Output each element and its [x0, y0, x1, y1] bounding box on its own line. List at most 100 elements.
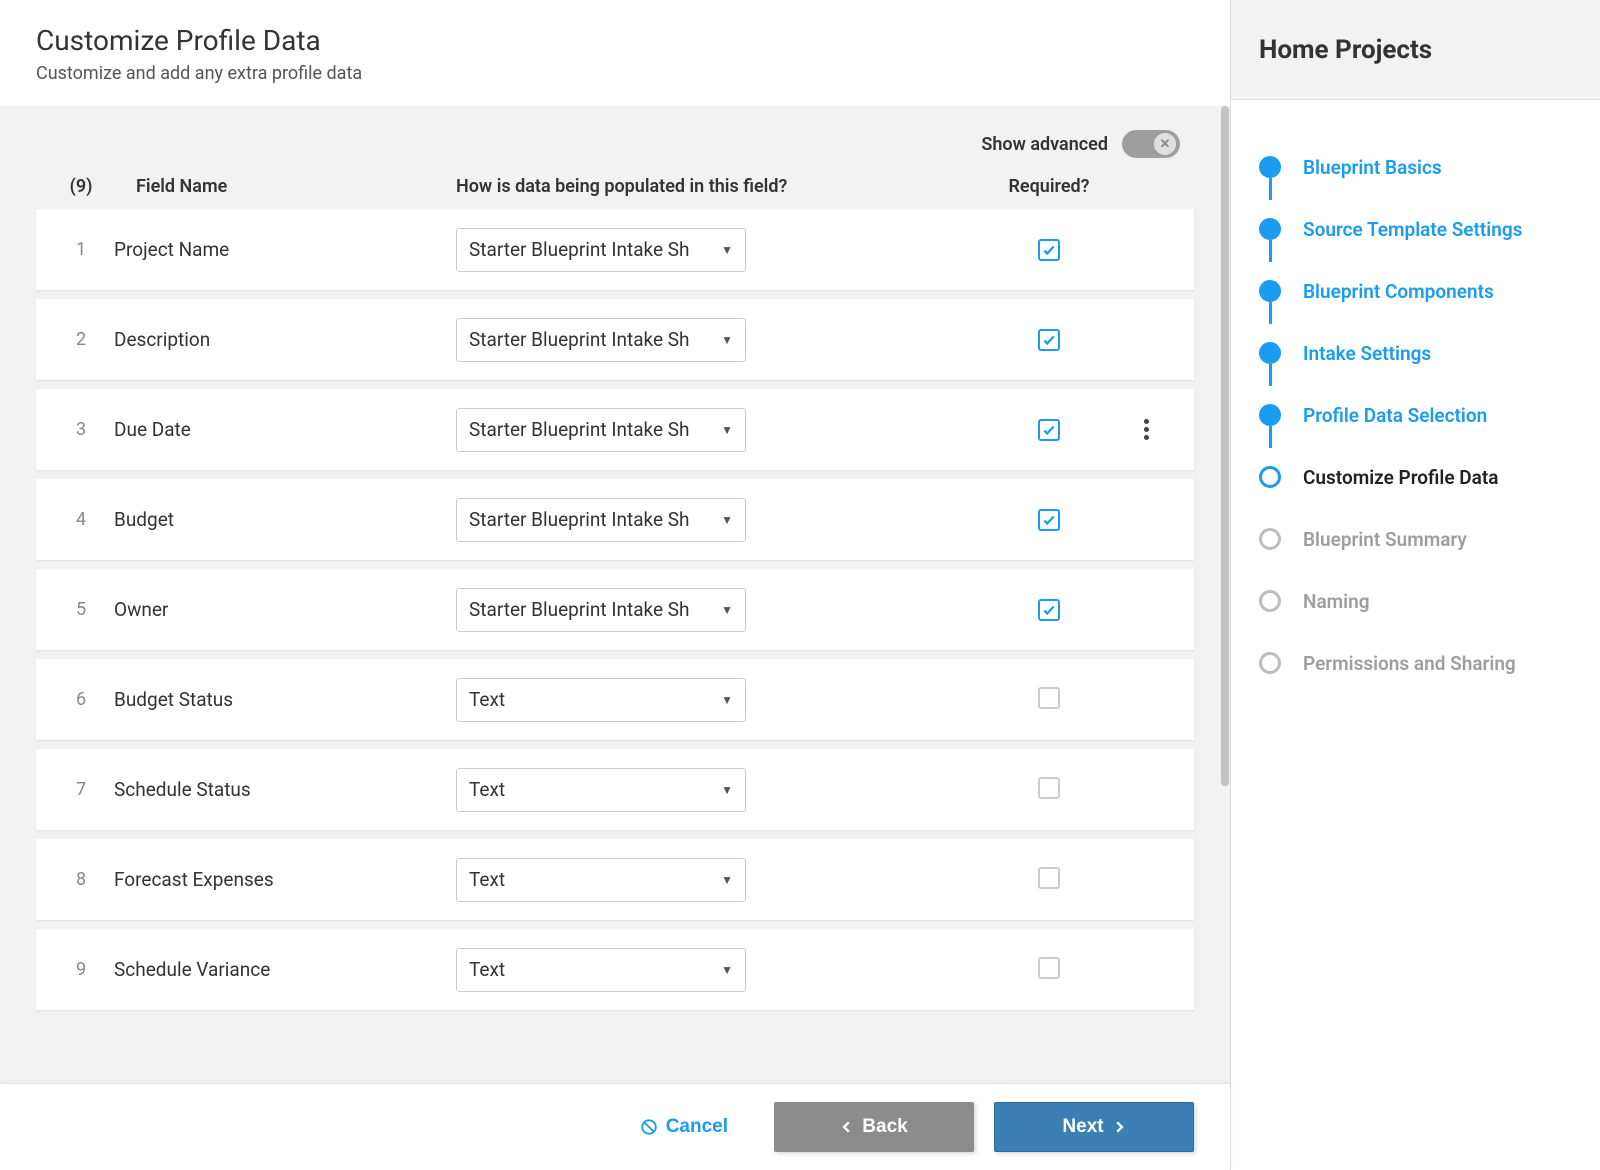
- required-cell: [964, 867, 1134, 893]
- required-checkbox[interactable]: [1038, 239, 1060, 261]
- table-header: (9) Field Name How is data being populat…: [36, 176, 1194, 209]
- population-cell: Text ▼: [456, 858, 964, 902]
- next-button[interactable]: Next: [994, 1102, 1194, 1152]
- required-checkbox[interactable]: [1038, 687, 1060, 709]
- population-select[interactable]: Starter Blueprint Intake Sh ▼: [456, 588, 746, 632]
- column-field-name: Field Name: [106, 176, 456, 197]
- chevron-down-icon: ▼: [721, 333, 733, 347]
- scrollbar-thumb[interactable]: [1221, 106, 1229, 786]
- required-checkbox[interactable]: [1038, 509, 1060, 531]
- table-row: 9Schedule Variance Text ▼: [36, 929, 1194, 1010]
- select-value: Starter Blueprint Intake Sh: [469, 598, 690, 621]
- cancel-icon: [640, 1118, 658, 1136]
- population-select[interactable]: Text▼: [456, 678, 746, 722]
- step-label: Intake Settings: [1303, 342, 1431, 365]
- kebab-menu-icon[interactable]: [1134, 418, 1158, 442]
- required-checkbox[interactable]: [1038, 419, 1060, 441]
- show-advanced-label: Show advanced: [981, 134, 1108, 155]
- select-value: Starter Blueprint Intake Sh: [469, 508, 690, 531]
- field-name: Owner: [106, 598, 456, 621]
- field-name: Forecast Expenses: [106, 868, 456, 891]
- back-button[interactable]: Back: [774, 1102, 974, 1152]
- step-bullet-icon: [1259, 590, 1281, 612]
- table-row: 4BudgetStarter Blueprint Intake Sh▼: [36, 479, 1194, 560]
- steps-list: Blueprint BasicsSource Template Settings…: [1231, 100, 1600, 730]
- step-item[interactable]: Blueprint Components: [1259, 260, 1572, 322]
- select-value: Text: [469, 868, 505, 891]
- chevron-down-icon: ▼: [721, 873, 733, 887]
- field-name: Project Name: [106, 238, 456, 261]
- required-checkbox[interactable]: [1038, 599, 1060, 621]
- rows-container: 1Project Name Starter Blueprint Intake Sh…: [36, 209, 1194, 1010]
- select-value: Text: [469, 958, 505, 981]
- chevron-down-icon: ▼: [721, 423, 733, 437]
- footer: Cancel Back Next: [0, 1083, 1230, 1170]
- sidebar: Home Projects Blueprint BasicsSource Tem…: [1230, 0, 1600, 1170]
- row-number: 5: [36, 599, 106, 620]
- scrollbar-track[interactable]: [1221, 106, 1230, 1064]
- step-item[interactable]: Customize Profile Data: [1259, 446, 1572, 508]
- column-required: Required?: [964, 176, 1134, 197]
- field-name: Schedule Status: [106, 778, 456, 801]
- table-row: 8Forecast Expenses Text ▼: [36, 839, 1194, 920]
- population-cell: Starter Blueprint Intake Sh▼: [456, 408, 964, 452]
- population-select[interactable]: Text ▼: [456, 858, 746, 902]
- check-icon: [1042, 513, 1056, 527]
- column-count: (9): [36, 176, 106, 197]
- row-number: 3: [36, 419, 106, 440]
- cancel-button[interactable]: Cancel: [614, 1102, 754, 1152]
- population-select[interactable]: Text ▼: [456, 948, 746, 992]
- required-checkbox[interactable]: [1038, 867, 1060, 889]
- select-value: Text: [469, 688, 505, 711]
- population-cell: Starter Blueprint Intake Sh ▼: [456, 588, 964, 632]
- step-bullet-icon: [1259, 342, 1281, 364]
- field-name: Description: [106, 328, 456, 351]
- chevron-down-icon: ▼: [721, 963, 733, 977]
- step-label: Blueprint Summary: [1303, 528, 1467, 551]
- step-bullet-icon: [1259, 466, 1281, 488]
- chevron-down-icon: ▼: [721, 603, 733, 617]
- population-select[interactable]: Starter Blueprint Intake Sh▼: [456, 228, 746, 272]
- sidebar-title: Home Projects: [1259, 35, 1432, 65]
- chevron-down-icon: ▼: [721, 243, 733, 257]
- required-cell: [964, 599, 1134, 621]
- show-advanced-toggle[interactable]: ✕: [1122, 130, 1180, 158]
- step-item[interactable]: Blueprint Basics: [1259, 136, 1572, 198]
- step-item[interactable]: Source Template Settings: [1259, 198, 1572, 260]
- population-select[interactable]: Starter Blueprint Intake Sh▼: [456, 498, 746, 542]
- chevron-down-icon: ▼: [721, 783, 733, 797]
- required-checkbox[interactable]: [1038, 957, 1060, 979]
- row-number: 8: [36, 869, 106, 890]
- row-number: 6: [36, 689, 106, 710]
- field-name: Schedule Variance: [106, 958, 456, 981]
- row-number: 1: [36, 239, 106, 260]
- show-advanced-row: Show advanced ✕: [36, 130, 1194, 158]
- row-number: 2: [36, 329, 106, 350]
- population-cell: Text▼: [456, 678, 964, 722]
- step-item: Blueprint Summary: [1259, 508, 1572, 570]
- required-cell: [964, 239, 1134, 261]
- step-item[interactable]: Intake Settings: [1259, 322, 1572, 384]
- step-bullet-icon: [1259, 156, 1281, 178]
- step-item: Naming: [1259, 570, 1572, 632]
- required-cell: [964, 687, 1134, 713]
- step-label: Naming: [1303, 590, 1370, 613]
- step-bullet-icon: [1259, 218, 1281, 240]
- step-bullet-icon: [1259, 280, 1281, 302]
- step-item[interactable]: Profile Data Selection: [1259, 384, 1572, 446]
- required-checkbox[interactable]: [1038, 329, 1060, 351]
- field-name: Budget: [106, 508, 456, 531]
- table-row: 1Project NameStarter Blueprint Intake Sh…: [36, 209, 1194, 290]
- required-cell: [964, 509, 1134, 531]
- required-checkbox[interactable]: [1038, 777, 1060, 799]
- check-icon: [1042, 333, 1056, 347]
- population-select[interactable]: Starter Blueprint Intake Sh▼: [456, 318, 746, 362]
- population-select[interactable]: Text▼: [456, 768, 746, 812]
- step-label: Customize Profile Data: [1303, 466, 1498, 489]
- population-cell: Starter Blueprint Intake Sh▼: [456, 228, 964, 272]
- table-row: 6Budget StatusText▼: [36, 659, 1194, 740]
- population-select[interactable]: Starter Blueprint Intake Sh▼: [456, 408, 746, 452]
- page-title: Customize Profile Data: [36, 24, 1194, 57]
- check-icon: [1042, 423, 1056, 437]
- row-number: 9: [36, 959, 106, 980]
